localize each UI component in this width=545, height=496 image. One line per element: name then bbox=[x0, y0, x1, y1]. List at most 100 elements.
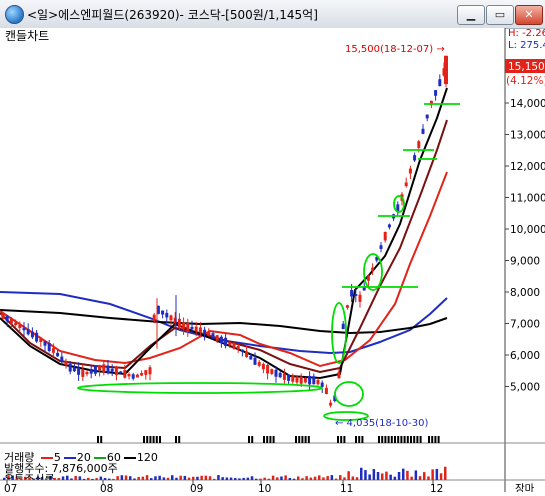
candle-body bbox=[56, 352, 60, 357]
candle-body bbox=[358, 294, 362, 302]
x-tick-label: 08 bbox=[100, 483, 113, 492]
candle-body bbox=[186, 322, 190, 332]
candle-body bbox=[135, 374, 139, 378]
volume-bar bbox=[116, 476, 119, 480]
candle-body bbox=[366, 276, 370, 281]
candle-body bbox=[232, 342, 236, 349]
candle-chart-panel[interactable]: 캔들차트 H: -2.26 L: 275.4 14,000 13,000 12,00… bbox=[0, 28, 545, 495]
x-tick-label: 09 bbox=[190, 483, 203, 492]
volume-marker bbox=[355, 436, 357, 443]
volume-marker bbox=[155, 436, 158, 443]
candle-body bbox=[274, 369, 278, 377]
candle-body bbox=[123, 370, 127, 378]
candle-body bbox=[30, 331, 34, 338]
volume-bar bbox=[196, 476, 199, 480]
volume-bar bbox=[351, 476, 355, 480]
volume-marker bbox=[381, 436, 384, 443]
volume-marker bbox=[100, 436, 103, 443]
candle-body bbox=[236, 346, 240, 350]
volume-bar bbox=[364, 470, 367, 480]
y-tick-label: 11,000 bbox=[510, 193, 545, 205]
volume-marker bbox=[272, 436, 275, 443]
volume-bar bbox=[313, 476, 317, 480]
volume-bar bbox=[158, 475, 161, 480]
volume-bar bbox=[103, 477, 107, 480]
volume-bar bbox=[112, 478, 115, 480]
y-tick-label: 10,000 bbox=[510, 224, 545, 236]
candle-body bbox=[22, 328, 26, 331]
volume-bar bbox=[108, 478, 111, 480]
volume-bar bbox=[435, 468, 439, 480]
volume-marker bbox=[263, 436, 265, 443]
volume-bar bbox=[305, 476, 308, 480]
y-tick-label: 12,000 bbox=[510, 161, 545, 173]
candle-body bbox=[228, 342, 232, 346]
candle-body bbox=[131, 374, 135, 379]
volume-bar bbox=[280, 476, 283, 480]
volume-bar bbox=[267, 478, 271, 480]
candle-body bbox=[110, 368, 114, 372]
price-chart-svg[interactable]: 캔들차트 H: -2.26 L: 275.4 14,000 13,000 12,00… bbox=[0, 28, 545, 495]
candle-body bbox=[211, 333, 215, 339]
candle-body bbox=[64, 361, 68, 366]
volume-bar bbox=[402, 468, 405, 480]
volume-marker bbox=[251, 436, 254, 443]
volume-ma-swatch bbox=[63, 457, 76, 459]
candle-body bbox=[169, 315, 173, 321]
candle-body bbox=[140, 373, 144, 376]
volume-bar bbox=[234, 478, 237, 480]
candle-body bbox=[421, 128, 425, 134]
candle-body bbox=[102, 364, 106, 373]
volume-marker bbox=[97, 436, 99, 443]
volume-bar bbox=[393, 476, 397, 480]
candle-body bbox=[270, 369, 274, 374]
volume-bar bbox=[171, 475, 174, 480]
volume-bar bbox=[288, 478, 292, 480]
volume-marker bbox=[269, 436, 272, 443]
volume-bar bbox=[347, 471, 350, 480]
volume-bar bbox=[87, 477, 90, 480]
candle-body bbox=[68, 363, 72, 372]
restore-button[interactable]: ▭ bbox=[486, 5, 514, 25]
candle-body bbox=[165, 312, 169, 318]
candle-body bbox=[39, 337, 43, 343]
float-ratio: 유통주식률 bbox=[4, 471, 55, 479]
candle-body bbox=[85, 372, 89, 375]
volume-marker bbox=[248, 436, 250, 443]
window-titlebar[interactable]: <일>에스엔피월드(263920)- 코스닥-[500원/1,145억] ▁ ▭… bbox=[0, 0, 545, 29]
volume-ma-swatch bbox=[40, 457, 53, 459]
candle-body bbox=[148, 367, 152, 375]
volume-bar bbox=[343, 477, 346, 480]
candle-body bbox=[320, 382, 324, 387]
y-tick-label: 13,000 bbox=[510, 130, 545, 142]
candle-body bbox=[182, 322, 186, 330]
candle-body bbox=[379, 245, 383, 249]
y-tick-label: 7,000 bbox=[510, 319, 540, 331]
chart-tab-label[interactable]: 캔들차트 bbox=[5, 29, 49, 43]
candle-body bbox=[5, 315, 9, 322]
minimize-button[interactable]: ▁ bbox=[457, 5, 485, 25]
volume-bar bbox=[255, 478, 258, 480]
volume-marker bbox=[159, 436, 161, 443]
volume-bar bbox=[427, 476, 430, 480]
y-tick-label: 9,000 bbox=[510, 256, 540, 268]
candle-body bbox=[9, 318, 13, 324]
volume-bar bbox=[45, 478, 48, 480]
volume-marker bbox=[143, 436, 145, 443]
close-button[interactable]: ✕ bbox=[515, 5, 543, 25]
x-tick-label: 12 bbox=[430, 483, 443, 492]
volume-bar bbox=[376, 471, 380, 480]
candle-body bbox=[341, 323, 345, 330]
volume-bar bbox=[229, 477, 233, 480]
candle-body bbox=[190, 326, 194, 330]
app-globe-icon bbox=[5, 5, 24, 24]
volume-marker bbox=[307, 436, 310, 443]
volume-bar bbox=[360, 467, 363, 480]
candle-body bbox=[194, 326, 198, 332]
volume-bar bbox=[385, 471, 388, 480]
y-tick-label: 5,000 bbox=[510, 382, 540, 394]
candle-body bbox=[337, 371, 341, 379]
candle-body bbox=[144, 370, 148, 375]
volume-bar bbox=[129, 476, 132, 480]
candle-body bbox=[106, 365, 110, 373]
